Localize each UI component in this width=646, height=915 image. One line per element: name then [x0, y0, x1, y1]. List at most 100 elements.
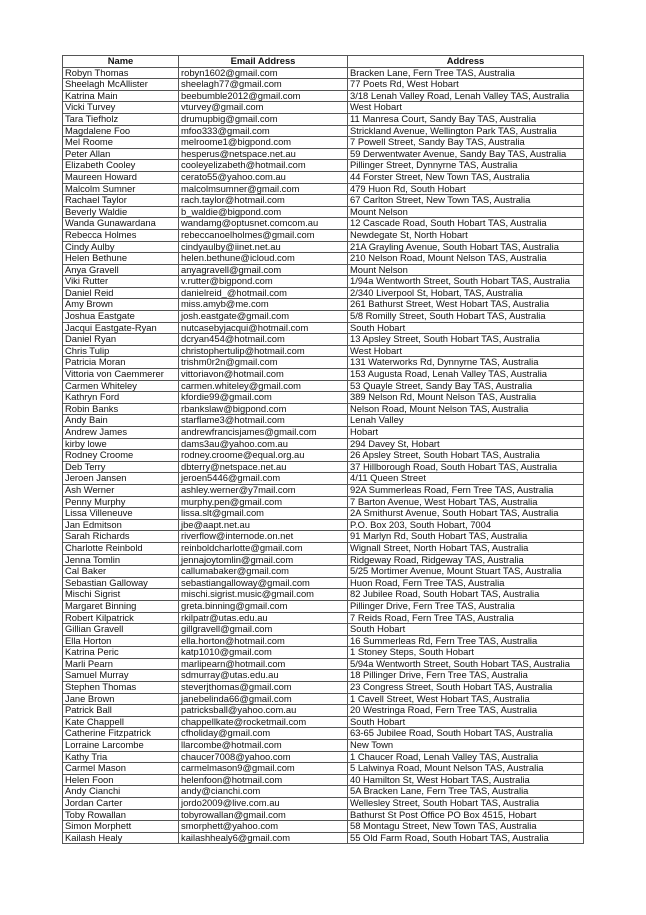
- cell-email: reinboldcharlotte@gmail.com: [178, 541, 348, 555]
- cell-address: 2A Smithurst Avenue, South Hobart TAS, A…: [347, 507, 584, 520]
- cell-name: Jenna Tomlin: [62, 553, 179, 567]
- cell-email: andrewfrancisjames@gmail.com: [178, 426, 348, 439]
- table-row: Cindy Aulby cindyaulby@iinet.net.au 21A Gr…: [62, 240, 584, 254]
- cell-email: patricksball@yahoo.com.au: [178, 704, 348, 717]
- cell-address: 12 Cascade Road, South Hobart TAS, Austr…: [347, 217, 584, 230]
- cell-email: cooleyelizabeth@hotmail.com: [178, 159, 348, 172]
- cell-email: mischi.sigrist.music@gmail.com: [178, 588, 348, 601]
- table-row: Marli Pearn marlipearn@hotmail.com 5/94a W…: [62, 657, 584, 671]
- cell-address: 53 Quayle Street, Sandy Bay TAS, Austral…: [347, 379, 584, 393]
- cell-name: Andy Cianchi: [62, 785, 179, 798]
- cell-address: 153 Augusta Road, Lenah Valley TAS, Aust…: [347, 368, 584, 381]
- cell-name: Magdalene Foo: [62, 124, 179, 138]
- cell-address: 5/8 Romilly Street, South Hobart TAS, Au…: [347, 310, 584, 323]
- cell-address: Wignall Street, North Hobart TAS, Austra…: [347, 541, 584, 555]
- cell-address: 5/94a Wentworth Street, South Hobart TAS…: [347, 657, 584, 671]
- cell-address: South Hobart: [347, 715, 584, 729]
- cell-email: josh.eastgate@gmail.com: [178, 310, 348, 323]
- cell-address: 4/11 Queen Street: [347, 472, 584, 485]
- cell-email: andy@cianchi.com: [178, 785, 348, 798]
- cell-name: Cal Baker: [62, 565, 179, 578]
- table-row: Lissa Villeneuve lissa.slt@gmail.com 2A Sm…: [62, 507, 584, 520]
- cell-address: 13 Apsley Street, South Hobart TAS, Aust…: [347, 333, 584, 346]
- table-row: Kailash Healy kailashhealy6@gmail.com 55 O…: [62, 831, 584, 845]
- cell-email: chappellkate@rocketmail.com: [178, 715, 348, 729]
- cell-email: cindyaulby@iinet.net.au: [178, 240, 348, 254]
- cell-address: Ridgeway Road, Ridgeway TAS, Australia: [347, 553, 584, 567]
- cell-email: vturvey@gmail.com: [178, 101, 348, 114]
- cell-email: mfoo333@gmail.com: [178, 124, 348, 138]
- table-row: Rebecca Holmes rebeccanoelholmes@gmail.co…: [62, 228, 584, 242]
- cell-email: sheelagh77@gmail.com: [178, 78, 348, 91]
- table-row: Sebastian Galloway sebastiangalloway@gmai…: [62, 576, 584, 590]
- cell-address: 261 Bathurst Street, West Hobart TAS, Au…: [347, 298, 584, 312]
- cell-email: cerato55@yahoo.com.au: [178, 170, 348, 184]
- table-row: Mel Roome melroome1@bigpond.com 7 Powell S…: [62, 136, 584, 149]
- cell-address: Strickland Avenue, Wellington Park TAS, …: [347, 124, 584, 138]
- cell-address: 479 Huon Rd, South Hobart: [347, 182, 584, 196]
- table-row: Kathy Tria chaucer7008@yahoo.com 1 Chaucer…: [62, 750, 584, 764]
- cell-email: lissa.slt@gmail.com: [178, 507, 348, 520]
- cell-address: 18 Pillinger Drive, Fern Tree TAS, Austr…: [347, 669, 584, 683]
- cell-email: janebelinda66@gmail.com: [178, 692, 348, 706]
- header-row: Name Email Address Address: [62, 55, 584, 68]
- contact-table: Name Email Address Address Robyn Thomas r…: [62, 55, 584, 845]
- cell-address: 20 Westringa Road, Fern Tree TAS, Austra…: [347, 704, 584, 717]
- table-row: Jeroen Jansen jeroen5446@gmail.com 4/11 Qu…: [62, 472, 584, 485]
- cell-email: greta.binning@gmail.com: [178, 599, 348, 613]
- table-row: Anya Gravell anyagravell@gmail.com Mount N…: [62, 263, 584, 277]
- cell-address: 1 Cavell Street, West Hobart TAS, Austra…: [347, 692, 584, 706]
- table-row: Magdalene Foo mfoo333@gmail.com Strickland…: [62, 124, 584, 138]
- cell-name: Helen Foon: [62, 773, 179, 787]
- table-row: Jacqui Eastgate-Ryan nutcasebyjacqui@hotm…: [62, 321, 584, 335]
- table-row: Joshua Eastgate josh.eastgate@gmail.com 5/…: [62, 310, 584, 323]
- cell-address: 40 Hamilton St, West Hobart TAS, Austral…: [347, 773, 584, 787]
- cell-address: 16 Summerleas Rd, Fern Tree TAS, Austral…: [347, 634, 584, 648]
- cell-name: Lorraine Larcombe: [62, 739, 179, 752]
- cell-email: melroome1@bigpond.com: [178, 136, 348, 149]
- table-row: Rodney Croome rodney.croome@equal.org.au 2…: [62, 449, 584, 462]
- table-row: Chris Tulip christophertulip@hotmail.com W…: [62, 344, 584, 358]
- cell-address: 5/25 Mortimer Avenue, Mount Stuart TAS, …: [347, 565, 584, 578]
- cell-address: 63-65 Jubilee Road, South Hobart TAS, Au…: [347, 727, 584, 741]
- cell-name: Daniel Reid: [62, 286, 179, 300]
- table-row: Carmel Mason carmelmason9@gmail.com 5 Lalw…: [62, 762, 584, 775]
- table-row: Stephen Thomas steverjthomas@gmail.com 23 …: [62, 681, 584, 694]
- cell-address: Lenah Valley: [347, 414, 584, 427]
- cell-address: 58 Montagu Street, New Town TAS, Austral…: [347, 820, 584, 833]
- table-row: Jan Edmitson jbe@aapt.net.au P.O. Box 203,…: [62, 518, 584, 532]
- cell-email: jordo2009@live.com.au: [178, 797, 348, 810]
- cell-name: Kathryn Ford: [62, 391, 179, 404]
- cell-address: South Hobart: [347, 321, 584, 335]
- cell-email: v.rutter@bigpond.com: [178, 275, 348, 288]
- cell-address: Hobart: [347, 426, 584, 439]
- cell-address: 1 Chaucer Road, Lenah Valley TAS, Austra…: [347, 750, 584, 764]
- table-row: kirby lowe dams3au@yahoo.com.au 294 Davey …: [62, 437, 584, 451]
- cell-email: starflame3@hotmail.com: [178, 414, 348, 427]
- cell-address: 1 Stoney Steps, South Hobart: [347, 646, 584, 659]
- table-row: Robert Kilpatrick rkilpatr@utas.edu.au 7 R…: [62, 611, 584, 625]
- table-row: Margaret Binning greta.binning@gmail.com P…: [62, 599, 584, 613]
- cell-email: kfordie99@gmail.com: [178, 391, 348, 404]
- cell-name: Samuel Murray: [62, 669, 179, 683]
- cell-name: Robert Kilpatrick: [62, 611, 179, 625]
- table-row: Jenna Tomlin jennajoytomlin@gmail.com Ridg…: [62, 553, 584, 567]
- cell-name: Daniel Ryan: [62, 333, 179, 346]
- cell-email: nutcasebyjacqui@hotmail.com: [178, 321, 348, 335]
- cell-email: smorphett@yahoo.com: [178, 820, 348, 833]
- cell-name: Marli Pearn: [62, 657, 179, 671]
- cell-email: rach.taylor@hotmail.com: [178, 194, 348, 207]
- cell-name: Gillian Gravell: [62, 623, 179, 636]
- cell-name: Ella Horton: [62, 634, 179, 648]
- cell-address: 3/18 Lenah Valley Road, Lenah Valley TAS…: [347, 89, 584, 103]
- cell-name: Wanda Gunawardana: [62, 217, 179, 230]
- table-row: Amy Brown miss.amyb@me.com 261 Bathurst St…: [62, 298, 584, 312]
- table-row: Andrew James andrewfrancisjames@gmail.com…: [62, 426, 584, 439]
- cell-email: dcryan454@hotmail.com: [178, 333, 348, 346]
- table-row: Vittoria von Caemmerer vittoriavon@hotmai…: [62, 368, 584, 381]
- cell-name: Toby Rowallan: [62, 808, 179, 822]
- cell-name: Patricia Moran: [62, 356, 179, 370]
- cell-name: Cindy Aulby: [62, 240, 179, 254]
- cell-address: 210 Nelson Road, Mount Nelson TAS, Austr…: [347, 252, 584, 265]
- cell-name: Patrick Ball: [62, 704, 179, 717]
